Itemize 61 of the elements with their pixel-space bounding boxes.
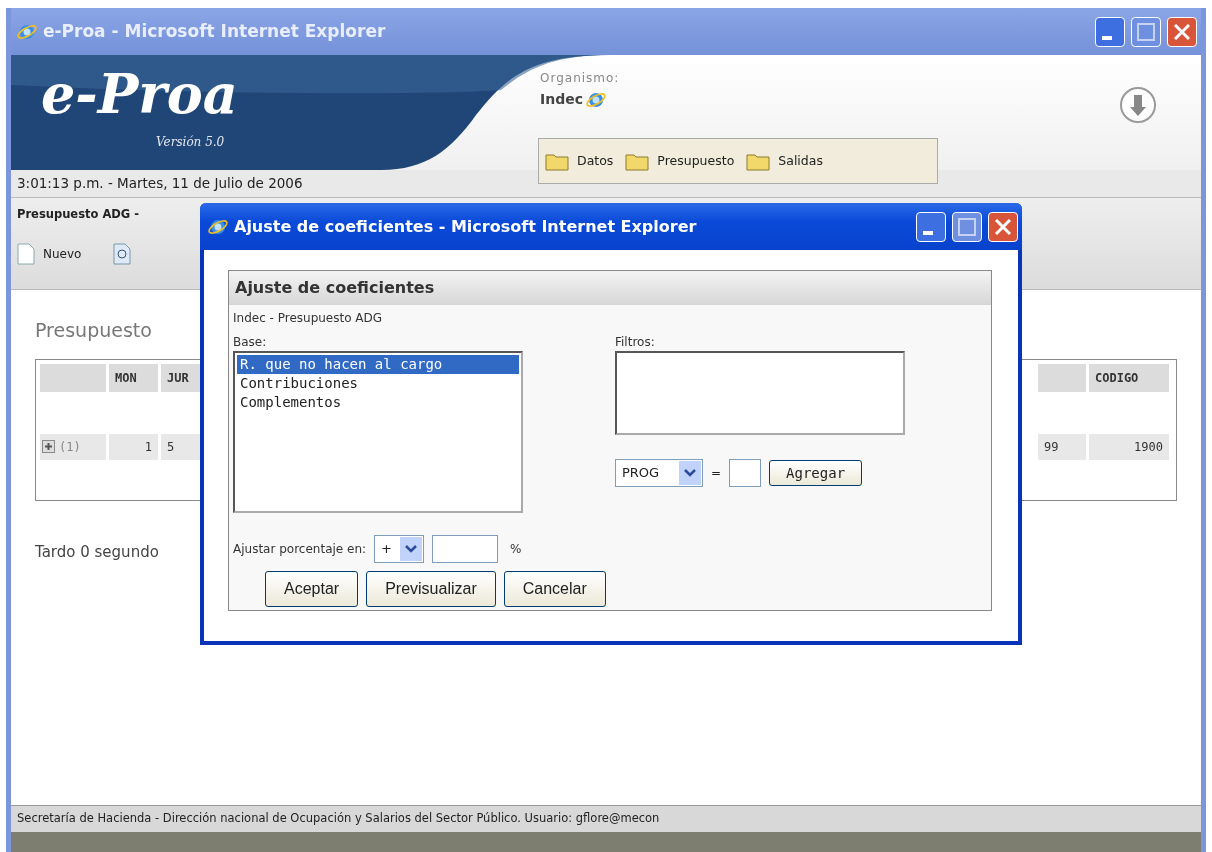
- column-header: CODIGO: [1089, 363, 1169, 392]
- column-header: [1038, 363, 1086, 392]
- window-title: e-Proa - Microsoft Internet Explorer: [43, 19, 386, 43]
- section-heading: Presupuesto: [35, 318, 152, 343]
- date-time: 3:01:13 p.m. - Martes, 11 de Julio de 2006: [17, 174, 303, 194]
- dialog-title: Ajuste de coeficientes - Microsoft Internet Explorer: [234, 215, 697, 238]
- list-box[interactable]: R. que no hacen al cargo Contribuciones Complementos: [233, 351, 523, 513]
- minimize-icon: [1102, 35, 1112, 40]
- table-cell: 1900: [1089, 433, 1169, 460]
- maximize-button[interactable]: [1131, 16, 1161, 47]
- value-field[interactable]: [729, 459, 762, 487]
- panel-heading: Ajuste de coeficientes: [229, 271, 991, 305]
- menu-item[interactable]: Presupuesto: [625, 151, 735, 171]
- chevron-down-icon: [405, 545, 418, 553]
- minimize-icon: [923, 230, 933, 235]
- page-title: Presupuesto ADG -: [17, 206, 141, 223]
- maximize-icon: [1137, 22, 1155, 41]
- maximize-icon: [958, 217, 976, 236]
- close-button[interactable]: [988, 211, 1018, 242]
- close-icon: [1174, 23, 1190, 40]
- close-icon: [995, 218, 1011, 235]
- dropdown[interactable]: +: [374, 535, 425, 563]
- column-header: [40, 363, 106, 392]
- minimize-button[interactable]: [916, 211, 946, 242]
- field-label: Base:: [233, 334, 268, 351]
- action-button[interactable]: Aceptar: [265, 571, 359, 607]
- field-label: Filtros:: [615, 334, 656, 351]
- operator-label: =: [711, 465, 722, 482]
- organism-label: Organismo:: [540, 70, 620, 87]
- new-button[interactable]: Nuevo: [17, 243, 82, 266]
- table-cell: 1: [109, 433, 158, 460]
- power-icon[interactable]: [1118, 85, 1158, 125]
- add-button[interactable]: Agregar: [769, 460, 863, 486]
- expand-icon[interactable]: [42, 440, 55, 453]
- minimize-button[interactable]: [1095, 16, 1125, 47]
- status-text: Secretaría de Hacienda - Dirección nacional de Ocupación y Salarios del Sector Público. Usuario: gflore@mecon: [17, 810, 660, 828]
- dropdown[interactable]: PROG: [615, 459, 703, 487]
- filter-list[interactable]: [615, 351, 905, 435]
- document-search-icon[interactable]: [113, 243, 134, 266]
- maximize-button[interactable]: [952, 211, 982, 242]
- logo: e-Proa: [41, 67, 238, 121]
- form-subtitle: Indec - Presupuesto ADG: [232, 310, 384, 327]
- table-cell: 99: [1038, 433, 1086, 460]
- list-item[interactable]: Complementos: [237, 393, 519, 412]
- menu-item[interactable]: Datos: [545, 151, 614, 171]
- percent-label: %: [510, 541, 522, 558]
- percent-field[interactable]: [432, 535, 499, 563]
- chevron-down-icon: [684, 469, 696, 477]
- row-index: (1): [59, 438, 81, 456]
- column-header: MON: [109, 363, 158, 392]
- field-label: Ajustar porcentaje en:: [233, 541, 367, 558]
- document-icon: [17, 243, 35, 266]
- list-item[interactable]: Contribuciones: [237, 374, 519, 393]
- menu-item[interactable]: Salidas: [746, 151, 823, 171]
- timing-text: Tardo 0 segundo: [35, 541, 159, 563]
- close-button[interactable]: [1167, 16, 1197, 47]
- list-item[interactable]: R. que no hacen al cargo: [237, 355, 519, 374]
- organism-name: Indec: [540, 90, 583, 109]
- version-label: Versión 5.0: [156, 134, 225, 151]
- action-button[interactable]: Cancelar: [503, 571, 606, 607]
- action-button[interactable]: Previsualizar: [366, 571, 496, 607]
